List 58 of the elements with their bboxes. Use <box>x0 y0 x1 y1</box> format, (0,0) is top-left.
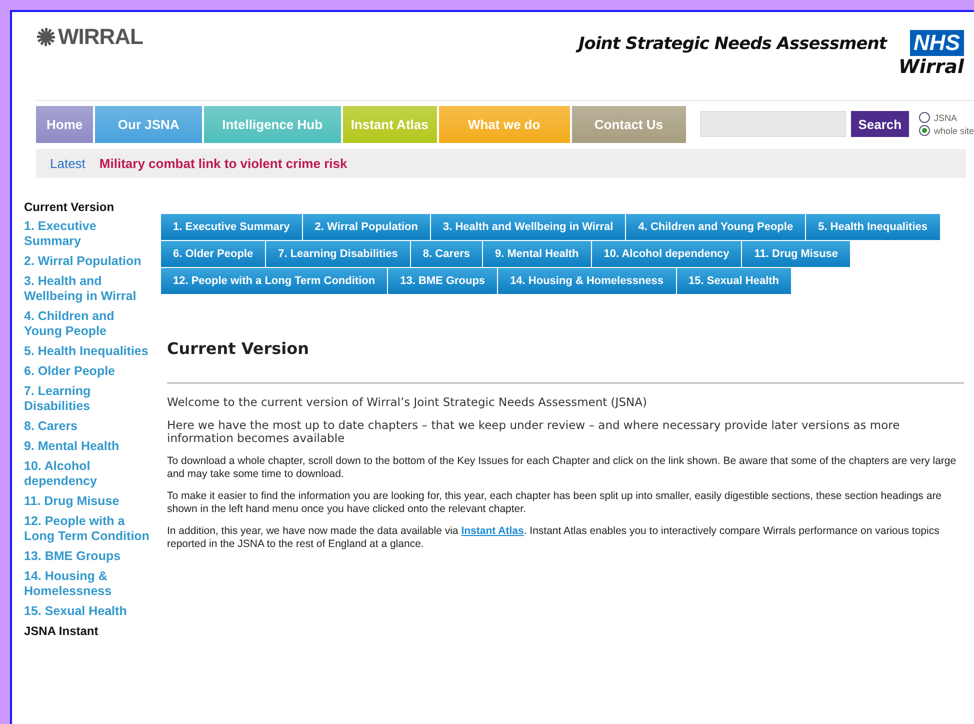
sidebar-link[interactable]: 12. People with a Long Term Condition <box>24 514 150 544</box>
search-field[interactable] <box>700 111 846 137</box>
chapter-tab[interactable]: 10. Alcohol dependency <box>592 241 742 268</box>
chapter-tab[interactable]: 3. Health and Wellbeing in Wirral <box>431 214 626 241</box>
search-button[interactable]: Search <box>850 111 909 137</box>
sidebar-link[interactable]: 3. Health and Wellbeing in Wirral <box>24 274 150 304</box>
chapter-tab[interactable]: 9. Mental Health <box>483 241 592 268</box>
nhs-area-name: Wirral <box>898 56 964 78</box>
chapter-tab[interactable]: 6. Older People <box>161 241 266 268</box>
latest-label: Latest <box>50 156 86 171</box>
sidebar-link[interactable]: 1. Executive Summary <box>24 219 150 249</box>
paragraph: To make it easier to find the information you are looking for, this year, each chapter has been split up into smaller, easily digestible sections, these section headings are shown in the left hand menu once you have clicked onto the relevant chapter. <box>167 490 943 516</box>
intro-paragraph: Here we have the most up to date chapters – that we keep under review – and where necessary provide later versions as more information becomes available <box>167 419 901 445</box>
sunburst-icon <box>36 27 56 47</box>
nav-tab[interactable]: Home <box>36 106 94 142</box>
sidebar-heading: Current Version <box>24 200 116 214</box>
site-title: Joint Strategic Needs Assessment <box>578 34 886 54</box>
chapter-tab[interactable]: 14. Housing & Homelessness <box>498 268 677 295</box>
radio-button[interactable] <box>918 112 930 123</box>
radio-label: whole site <box>934 126 974 136</box>
wirral-logo: WIRRAL <box>36 24 143 50</box>
sidebar-link[interactable]: 8. Carers <box>24 419 150 434</box>
sidebar-link[interactable]: 2. Wirral Population <box>24 254 150 269</box>
chapter-tab[interactable]: 13. BME Groups <box>388 268 498 295</box>
chapter-tab[interactable]: 15. Sexual Health <box>676 268 792 295</box>
nhs-logo: NHS <box>910 30 964 56</box>
chapter-tab[interactable]: 2. Wirral Population <box>302 214 431 241</box>
nav-tab[interactable]: Our JSNA <box>95 106 202 142</box>
sidebar-link[interactable]: 15. Sexual Health <box>24 604 150 619</box>
page-heading: Current Version <box>167 339 310 358</box>
intro-paragraph: Welcome to the current version of Wirral’s Joint Strategic Needs Assessment (JSNA) <box>167 396 648 409</box>
sidebar-heading: JSNA Instant <box>24 624 100 638</box>
chapter-tab[interactable]: 4. Children and Young People <box>626 214 806 241</box>
radio-button[interactable] <box>918 125 930 136</box>
nav-tab[interactable]: What we do <box>438 106 570 142</box>
chapter-tab[interactable]: 1. Executive Summary <box>161 214 303 241</box>
chapter-tab[interactable]: 7. Learning Disabilities <box>266 241 411 268</box>
paragraph: In addition, this year, we have now made the data available via Instant Atlas. Instant Atlas enables you to interactively compare Wirrals performance on various topics reported in the JSNA to the rest of England at a glance. <box>167 525 940 551</box>
chapter-tab[interactable]: 5. Health Inequalities <box>806 214 940 241</box>
nav-tab[interactable]: Instant Atlas <box>342 106 437 142</box>
news-headline-link[interactable]: Military combat link to violent crime risk <box>99 156 348 171</box>
sidebar-link[interactable]: 7. Learning Disabilities <box>24 384 150 414</box>
chapter-tab[interactable]: 12. People with a Long Term Condition <box>161 268 388 295</box>
radio-label: JSNA <box>934 112 957 122</box>
sidebar-link[interactable]: 4. Children and Young People <box>24 309 150 339</box>
sidebar-link[interactable]: 9. Mental Health <box>24 439 150 454</box>
chapter-tab[interactable]: 8. Carers <box>410 241 484 268</box>
sidebar-link[interactable]: 6. Older People <box>24 364 150 379</box>
nav-tab[interactable]: Contact Us <box>572 106 686 142</box>
sidebar-link[interactable]: 13. BME Groups <box>24 549 150 564</box>
sidebar-link[interactable]: 14. Housing & Homelessness <box>24 569 150 599</box>
instant-atlas-link[interactable]: Instant Atlas <box>461 525 524 537</box>
sidebar-link[interactable]: 11. Drug Misuse <box>24 494 150 509</box>
sidebar-link[interactable]: 10. Alcohol dependency <box>24 459 150 489</box>
nav-tab[interactable]: Intelligence Hub <box>204 106 341 142</box>
chapter-tab[interactable]: 11. Drug Misuse <box>742 241 852 268</box>
sidebar-link[interactable]: 5. Health Inequalities <box>24 344 150 359</box>
paragraph: To download a whole chapter, scroll down to the bottom of the Key Issues for each Chapter and click on the link shown. Be aware that some of the chapters are very large and may take some time to download. <box>167 455 958 481</box>
